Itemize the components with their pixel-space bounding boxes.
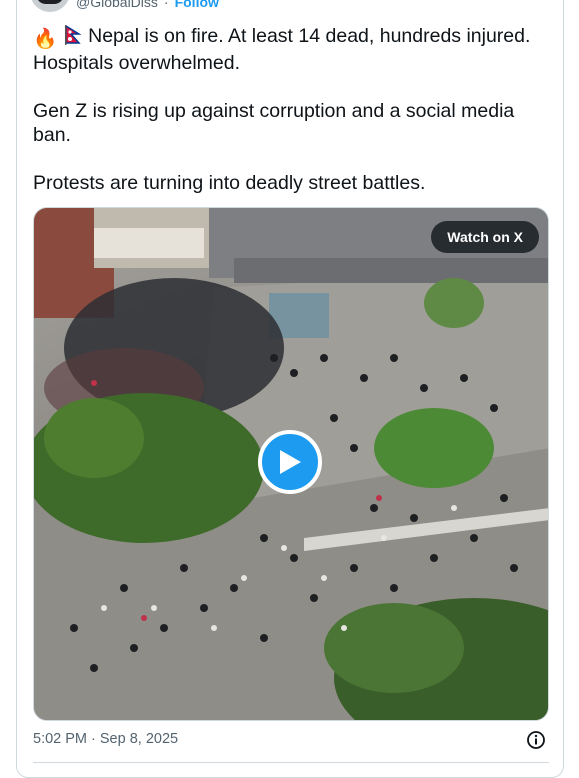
tweet-text: 🔥 Nepal is on fire. At least 14 dead, hu…	[33, 24, 553, 219]
play-button[interactable]	[258, 430, 322, 494]
video-player[interactable]: Watch on X	[33, 207, 549, 721]
info-icon[interactable]	[526, 730, 546, 750]
fire-emoji: 🔥	[33, 28, 58, 50]
tweet-paragraph-2: Gen Z is rising up against corruption an…	[33, 100, 515, 146]
tweet-header: @GlobalDiss · Follow	[30, 0, 219, 12]
avatar[interactable]	[30, 0, 70, 12]
play-icon	[280, 450, 301, 474]
nepal-flag-icon	[64, 24, 82, 51]
tweet-paragraph-3: Protests are turning into deadly street …	[33, 172, 426, 194]
separator-dot: ·	[163, 0, 169, 10]
watch-on-x-button[interactable]: Watch on X	[431, 221, 539, 253]
divider	[33, 762, 549, 763]
tweet-timestamp[interactable]: 5:02 PM · Sep 8, 2025	[33, 731, 178, 747]
tweet-paragraph-1: 🔥 Nepal is on fire. At least 14 dead, hu…	[33, 24, 553, 75]
follow-button[interactable]: Follow	[175, 0, 219, 10]
user-handle[interactable]: @GlobalDiss	[76, 0, 158, 10]
tweet-line-1: Nepal is on fire. At least 14 dead, hund…	[33, 25, 531, 74]
